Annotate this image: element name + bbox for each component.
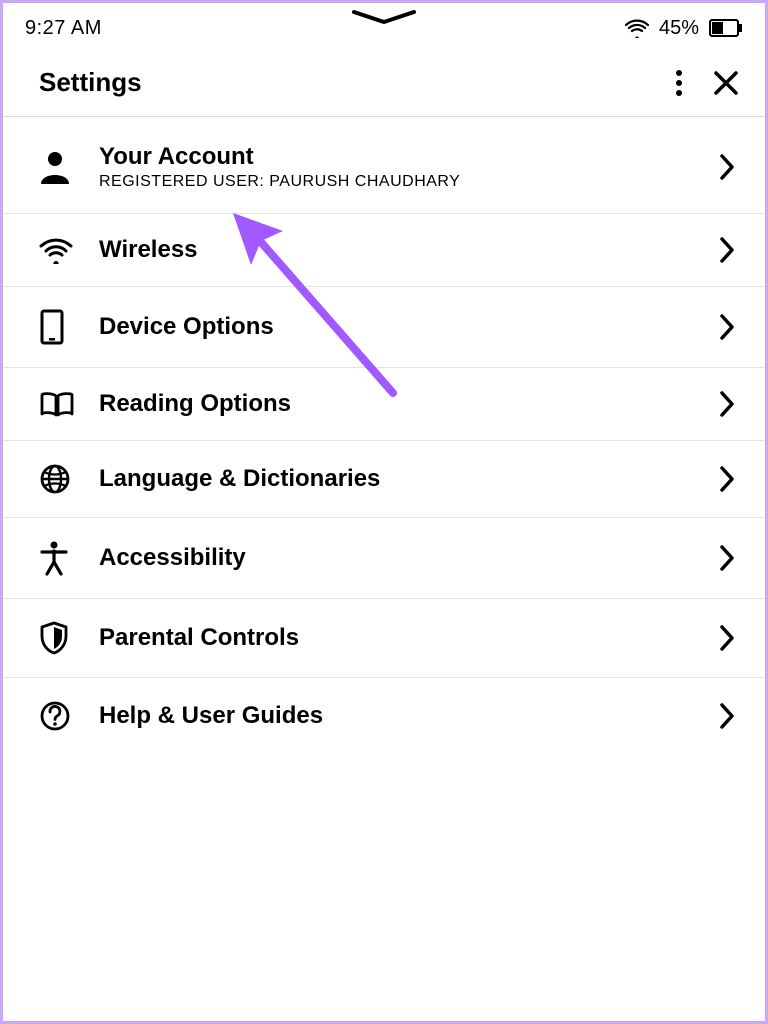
row-label: Parental Controls: [99, 624, 719, 652]
page-header: Settings: [3, 49, 765, 117]
chevron-right-icon: [719, 624, 735, 652]
row-sublabel: REGISTERED USER: PAURUSH CHAUDHARY: [99, 173, 719, 191]
wifi-icon: [625, 18, 649, 38]
swipe-down-handle[interactable]: [349, 9, 419, 27]
chevron-right-icon: [719, 390, 735, 418]
row-accessibility[interactable]: Accessibility: [3, 518, 765, 599]
row-parental-controls[interactable]: Parental Controls: [3, 599, 765, 678]
row-label: Help & User Guides: [99, 702, 719, 730]
chevron-right-icon: [719, 313, 735, 341]
row-device-options[interactable]: Device Options: [3, 287, 765, 368]
battery-percent: 45%: [659, 17, 699, 40]
chevron-right-icon: [719, 236, 735, 264]
close-icon[interactable]: [713, 70, 739, 96]
status-right: 45%: [625, 17, 743, 40]
chevron-right-icon: [719, 153, 735, 181]
row-text: Language & Dictionaries: [83, 465, 719, 493]
row-text: Reading Options: [83, 390, 719, 418]
row-label: Accessibility: [99, 544, 719, 572]
row-text: Wireless: [83, 236, 719, 264]
row-text: Parental Controls: [83, 624, 719, 652]
row-text: Your Account REGISTERED USER: PAURUSH CH…: [83, 143, 719, 191]
row-label: Language & Dictionaries: [99, 465, 719, 493]
row-language-dictionaries[interactable]: Language & Dictionaries: [3, 441, 765, 518]
row-text: Device Options: [83, 313, 719, 341]
app-frame: 9:27 AM 45% Settings: [0, 0, 768, 1024]
row-label: Reading Options: [99, 390, 719, 418]
settings-list: Your Account REGISTERED USER: PAURUSH CH…: [3, 117, 765, 754]
tablet-icon: [39, 309, 83, 345]
globe-icon: [39, 463, 83, 495]
page-title: Settings: [39, 67, 142, 98]
shield-icon: [39, 621, 83, 655]
row-label: Your Account: [99, 143, 719, 171]
more-icon[interactable]: [675, 69, 683, 97]
chevron-right-icon: [719, 544, 735, 572]
header-actions: [675, 69, 739, 97]
person-icon: [39, 150, 83, 184]
book-icon: [39, 390, 83, 418]
wifi-icon: [39, 236, 83, 264]
row-text: Accessibility: [83, 544, 719, 572]
row-label: Device Options: [99, 313, 719, 341]
row-help-guides[interactable]: Help & User Guides: [3, 678, 765, 754]
row-your-account[interactable]: Your Account REGISTERED USER: PAURUSH CH…: [3, 117, 765, 214]
row-label: Wireless: [99, 236, 719, 264]
clock: 9:27 AM: [25, 17, 102, 40]
row-reading-options[interactable]: Reading Options: [3, 368, 765, 441]
accessibility-icon: [39, 540, 83, 576]
help-icon: [39, 700, 83, 732]
battery-icon: [709, 19, 743, 37]
chevron-right-icon: [719, 465, 735, 493]
row-wireless[interactable]: Wireless: [3, 214, 765, 287]
row-text: Help & User Guides: [83, 702, 719, 730]
chevron-right-icon: [719, 702, 735, 730]
